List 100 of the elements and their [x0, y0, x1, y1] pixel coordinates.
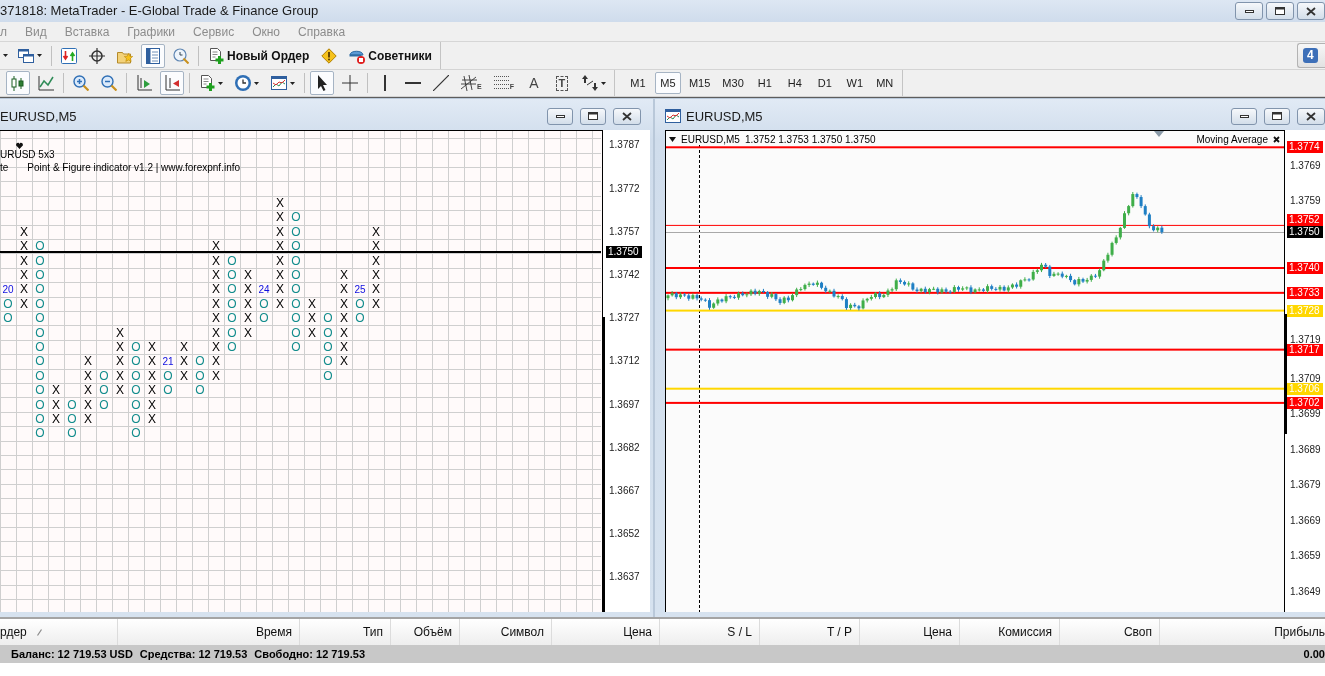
- price-label: 1.3772: [608, 182, 641, 195]
- o-mark: O: [259, 296, 269, 311]
- price-label: 1.3709: [1289, 373, 1322, 383]
- timeframe-button[interactable]: M15: [684, 72, 715, 94]
- price-tag: 1.3752: [1287, 214, 1323, 227]
- minimize-icon: [555, 114, 565, 118]
- close-button[interactable]: [1297, 107, 1325, 125]
- terminal-button[interactable]: [141, 43, 165, 68]
- x-mark: X: [84, 368, 92, 383]
- chart-shift-icon: [164, 75, 180, 91]
- x-mark: X: [340, 296, 348, 311]
- ohlc-values: 1.3752 1.3753 1.3750 1.3750: [744, 134, 876, 145]
- minimize-button[interactable]: [1231, 107, 1257, 125]
- o-mark: O: [355, 311, 365, 326]
- x-mark: X: [116, 325, 124, 340]
- x-mark: X: [308, 296, 316, 311]
- price-label: 1.3769: [1289, 160, 1322, 170]
- x-mark: X: [180, 340, 188, 355]
- chart-shift-button[interactable]: [160, 71, 184, 95]
- o-mark: O: [35, 426, 45, 441]
- maximize-button[interactable]: [1266, 2, 1294, 20]
- chart-caption: te: [0, 162, 9, 173]
- free-margin-text: Свободно: 12 719.53: [254, 648, 365, 660]
- o-mark: O: [227, 325, 237, 340]
- profit-text: 0.00: [1303, 648, 1325, 660]
- o-mark: O: [99, 397, 109, 412]
- timeframe-button[interactable]: M1: [624, 72, 651, 94]
- messages-button[interactable]: 4: [1297, 43, 1325, 68]
- timeframe-button[interactable]: H1: [751, 72, 778, 94]
- x-mark: X: [372, 253, 380, 268]
- text-label-button[interactable]: T: [549, 71, 574, 95]
- x-mark: X: [180, 368, 188, 383]
- price-label: 1.3742: [608, 269, 641, 282]
- restore-button[interactable]: [1264, 107, 1290, 125]
- clock-magnifier-icon: [173, 47, 189, 64]
- x-mark: X: [20, 268, 28, 283]
- vertical-line-icon: [384, 75, 386, 91]
- o-mark: O: [323, 354, 333, 369]
- zoom-in-icon: [73, 75, 89, 91]
- x-mark: X: [276, 224, 284, 239]
- o-mark: O: [323, 368, 333, 383]
- fibonacci-lines-icon: [493, 75, 510, 91]
- x-mark: X: [212, 340, 220, 355]
- indicator-caption: Point & Figure indicator v1.2 | www.forexpnf.info: [27, 162, 241, 173]
- close-button[interactable]: [1297, 2, 1325, 20]
- timeframe-button[interactable]: D1: [811, 72, 838, 94]
- diagonal-line-icon: [433, 75, 449, 91]
- timeframe-button[interactable]: M30: [718, 72, 748, 94]
- list-window-icon: [145, 47, 161, 64]
- candlestick-button[interactable]: [6, 71, 30, 95]
- experts-button[interactable]: Советники: [345, 43, 436, 68]
- o-mark: O: [131, 397, 141, 412]
- horizontal-line-icon: [405, 82, 421, 84]
- x-mark: X: [212, 354, 220, 369]
- o-mark: O: [291, 253, 301, 268]
- timeframe-button[interactable]: M5: [654, 72, 681, 94]
- restore-button[interactable]: [580, 107, 606, 125]
- timeframe-button[interactable]: MN: [871, 72, 898, 94]
- window-title: EURUSD,M5: [686, 108, 763, 124]
- x-mark: X: [276, 268, 284, 283]
- x-mark: X: [116, 368, 124, 383]
- x-mark: X: [276, 196, 284, 211]
- x-mark: X: [244, 325, 252, 340]
- minimize-button[interactable]: [547, 107, 573, 125]
- o-mark: O: [35, 325, 45, 340]
- chart-window-icon: [665, 108, 681, 124]
- minimize-button[interactable]: [1235, 2, 1263, 20]
- o-mark: O: [35, 368, 45, 383]
- timeframe-button[interactable]: W1: [841, 72, 868, 94]
- price-tag: 1.3733: [1287, 286, 1323, 299]
- restore-icon: [588, 112, 598, 120]
- o-mark: O: [35, 340, 45, 355]
- x-mark: X: [340, 282, 348, 297]
- o-mark: O: [227, 253, 237, 268]
- crosshair-icon: [89, 47, 105, 64]
- column-header[interactable]: Прибыль: [1160, 619, 1325, 645]
- chart-arrow-icon: [136, 75, 152, 91]
- o-mark: O: [67, 397, 77, 412]
- x-mark: X: [116, 383, 124, 398]
- clock-icon: [235, 75, 251, 91]
- x-mark: X: [212, 296, 220, 311]
- text-tool-button[interactable]: A: [521, 71, 546, 95]
- o-mark: O: [323, 340, 333, 355]
- document-plus-icon: [208, 47, 224, 64]
- x-mark: X: [276, 210, 284, 225]
- timeframe-button[interactable]: H4: [781, 72, 808, 94]
- cursor-button[interactable]: [310, 71, 334, 95]
- close-icon[interactable]: [1273, 136, 1280, 143]
- close-button[interactable]: [613, 107, 641, 125]
- fibonacci-icon: [461, 75, 477, 91]
- x-mark: X: [244, 268, 252, 283]
- price-label: 1.3712: [608, 355, 641, 368]
- dropdown-triangle-icon[interactable]: [669, 137, 676, 142]
- current-price-tag: 1.3750: [606, 246, 642, 258]
- symbol-label: EURUSD,M5: [681, 134, 740, 145]
- o-mark: O: [3, 311, 13, 326]
- o-mark: O: [35, 268, 45, 283]
- new-order-button[interactable]: Новый Ордер: [204, 43, 314, 68]
- x-mark: X: [340, 340, 348, 355]
- x-mark: X: [148, 354, 156, 369]
